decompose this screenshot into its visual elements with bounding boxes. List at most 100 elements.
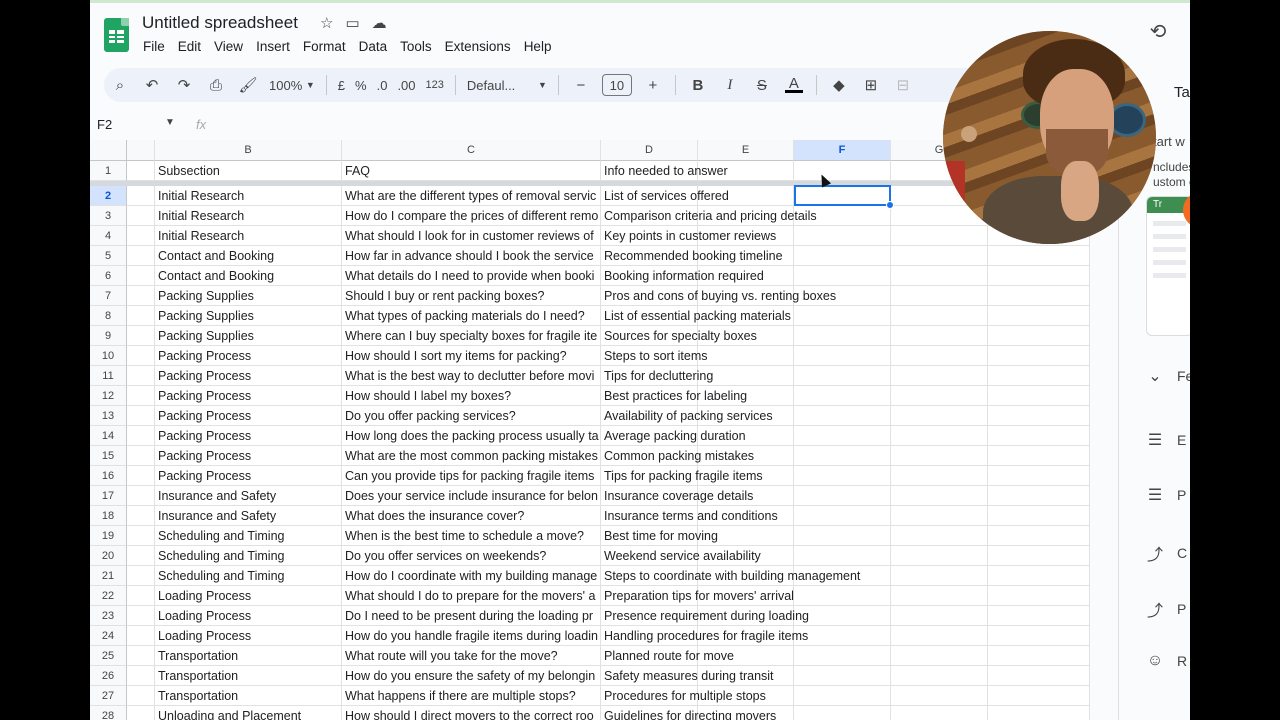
sheets-logo-icon[interactable]: [104, 18, 129, 52]
cell-d[interactable]: Preparation tips for movers' arrival: [601, 586, 794, 606]
cell-a[interactable]: [127, 526, 155, 546]
row-header[interactable]: 20: [90, 546, 127, 566]
cell-f[interactable]: [794, 506, 891, 526]
cell-b[interactable]: Packing Process: [155, 466, 342, 486]
cell-h[interactable]: [988, 646, 1090, 666]
cell-c[interactable]: Do I need to be present during the loadi…: [342, 606, 601, 626]
cell-a[interactable]: [127, 566, 155, 586]
search-menus-icon[interactable]: ⌕: [109, 71, 131, 99]
spreadsheet-grid[interactable]: B C D E F G 1 Subsection FAQ Info needed to…: [90, 140, 1090, 720]
cell-d[interactable]: Weekend service availability: [601, 546, 761, 566]
cell-d[interactable]: Recommended booking timeline: [601, 246, 783, 266]
cell-c[interactable]: What details do I need to provide when b…: [342, 266, 601, 286]
currency-format-button[interactable]: £: [338, 71, 345, 99]
cell-a[interactable]: [127, 406, 155, 426]
cell-d[interactable]: Tips for packing fragile items: [601, 466, 763, 486]
cell-c[interactable]: Does your service include insurance for …: [342, 486, 601, 506]
column-header-e[interactable]: E: [698, 140, 794, 161]
cell-b[interactable]: Packing Process: [155, 386, 342, 406]
menu-extensions[interactable]: Extensions: [445, 39, 511, 54]
row-header[interactable]: 6: [90, 266, 127, 286]
cell-a[interactable]: [127, 606, 155, 626]
cell-h[interactable]: [988, 546, 1090, 566]
cell-b[interactable]: Subsection: [155, 161, 342, 181]
cell-g[interactable]: [891, 706, 988, 720]
cell-h[interactable]: [988, 386, 1090, 406]
row-header[interactable]: 25: [90, 646, 127, 666]
row-header[interactable]: 11: [90, 366, 127, 386]
cell-g[interactable]: [891, 426, 988, 446]
cell-c[interactable]: How should I sort my items for packing?: [342, 346, 601, 366]
cell-d[interactable]: Best time for moving: [601, 526, 718, 546]
increase-font-size-icon[interactable]: +: [642, 71, 664, 99]
cell-c[interactable]: Do you offer packing services?: [342, 406, 601, 426]
cell-a[interactable]: [127, 366, 155, 386]
cell-b[interactable]: Loading Process: [155, 586, 342, 606]
cell-a[interactable]: [127, 246, 155, 266]
cell-c[interactable]: What is the best way to declutter before…: [342, 366, 601, 386]
row-header[interactable]: 28: [90, 706, 127, 720]
cell-a[interactable]: [127, 626, 155, 646]
cell-d[interactable]: Safety measures during transit: [601, 666, 774, 686]
cell-d[interactable]: Sources for specialty boxes: [601, 326, 757, 346]
cell-h[interactable]: [988, 306, 1090, 326]
row-header[interactable]: 10: [90, 346, 127, 366]
column-header-b[interactable]: B: [155, 140, 342, 161]
cell-d[interactable]: Comparison criteria and pricing details: [601, 206, 817, 226]
row-header[interactable]: 3: [90, 206, 127, 226]
undo-icon[interactable]: ↶: [141, 71, 163, 99]
cell-c[interactable]: Where can I buy specialty boxes for frag…: [342, 326, 601, 346]
cell-g[interactable]: [891, 686, 988, 706]
cell-f[interactable]: [794, 646, 891, 666]
cell-g[interactable]: [891, 406, 988, 426]
menu-file[interactable]: File: [143, 39, 165, 54]
cell-a[interactable]: [127, 666, 155, 686]
cell-b[interactable]: Initial Research: [155, 206, 342, 226]
cell-a[interactable]: [127, 506, 155, 526]
cell-g[interactable]: [891, 526, 988, 546]
cell-b[interactable]: Initial Research: [155, 186, 342, 206]
cell-f[interactable]: [794, 526, 891, 546]
row-header[interactable]: 5: [90, 246, 127, 266]
cloud-status-icon[interactable]: ☁: [372, 14, 387, 32]
cell-d[interactable]: Guidelines for directing movers: [601, 706, 776, 720]
cell-a[interactable]: [127, 646, 155, 666]
cell-b[interactable]: Packing Supplies: [155, 326, 342, 346]
cell-b[interactable]: Packing Process: [155, 406, 342, 426]
cell-d[interactable]: Insurance coverage details: [601, 486, 753, 506]
cell-f[interactable]: [794, 426, 891, 446]
menu-format[interactable]: Format: [303, 39, 346, 54]
cell-g[interactable]: [891, 626, 988, 646]
cell-h[interactable]: [988, 326, 1090, 346]
cell-f[interactable]: [794, 386, 891, 406]
cell-g[interactable]: [891, 586, 988, 606]
cell-f[interactable]: [794, 686, 891, 706]
cell-b[interactable]: Transportation: [155, 646, 342, 666]
cell-b[interactable]: Transportation: [155, 686, 342, 706]
decrease-font-size-icon[interactable]: −: [570, 71, 592, 99]
cell-a[interactable]: [127, 306, 155, 326]
more-formats-button[interactable]: 123: [426, 71, 444, 99]
cell-b[interactable]: Packing Process: [155, 446, 342, 466]
menu-data[interactable]: Data: [359, 39, 388, 54]
cell-b[interactable]: Unloading and Placement: [155, 706, 342, 720]
cell-f[interactable]: [794, 466, 891, 486]
cell-h[interactable]: [988, 486, 1090, 506]
percent-format-button[interactable]: %: [355, 71, 367, 99]
cell-h[interactable]: [988, 406, 1090, 426]
cell-h[interactable]: [988, 266, 1090, 286]
cell-h[interactable]: [988, 426, 1090, 446]
cell-f[interactable]: [794, 346, 891, 366]
cell-f[interactable]: [794, 486, 891, 506]
cell-d[interactable]: Procedures for multiple stops: [601, 686, 766, 706]
row-header[interactable]: 16: [90, 466, 127, 486]
cell-h[interactable]: [988, 666, 1090, 686]
cell-c[interactable]: What route will you take for the move?: [342, 646, 601, 666]
cell-c[interactable]: What should I look for in customer revie…: [342, 226, 601, 246]
active-cell-selection[interactable]: [794, 185, 894, 209]
row-header[interactable]: 2: [90, 186, 127, 206]
cell-g[interactable]: [891, 466, 988, 486]
cell-c[interactable]: How far in advance should I book the ser…: [342, 246, 601, 266]
cell-g[interactable]: [891, 546, 988, 566]
cell-f[interactable]: [794, 586, 891, 606]
